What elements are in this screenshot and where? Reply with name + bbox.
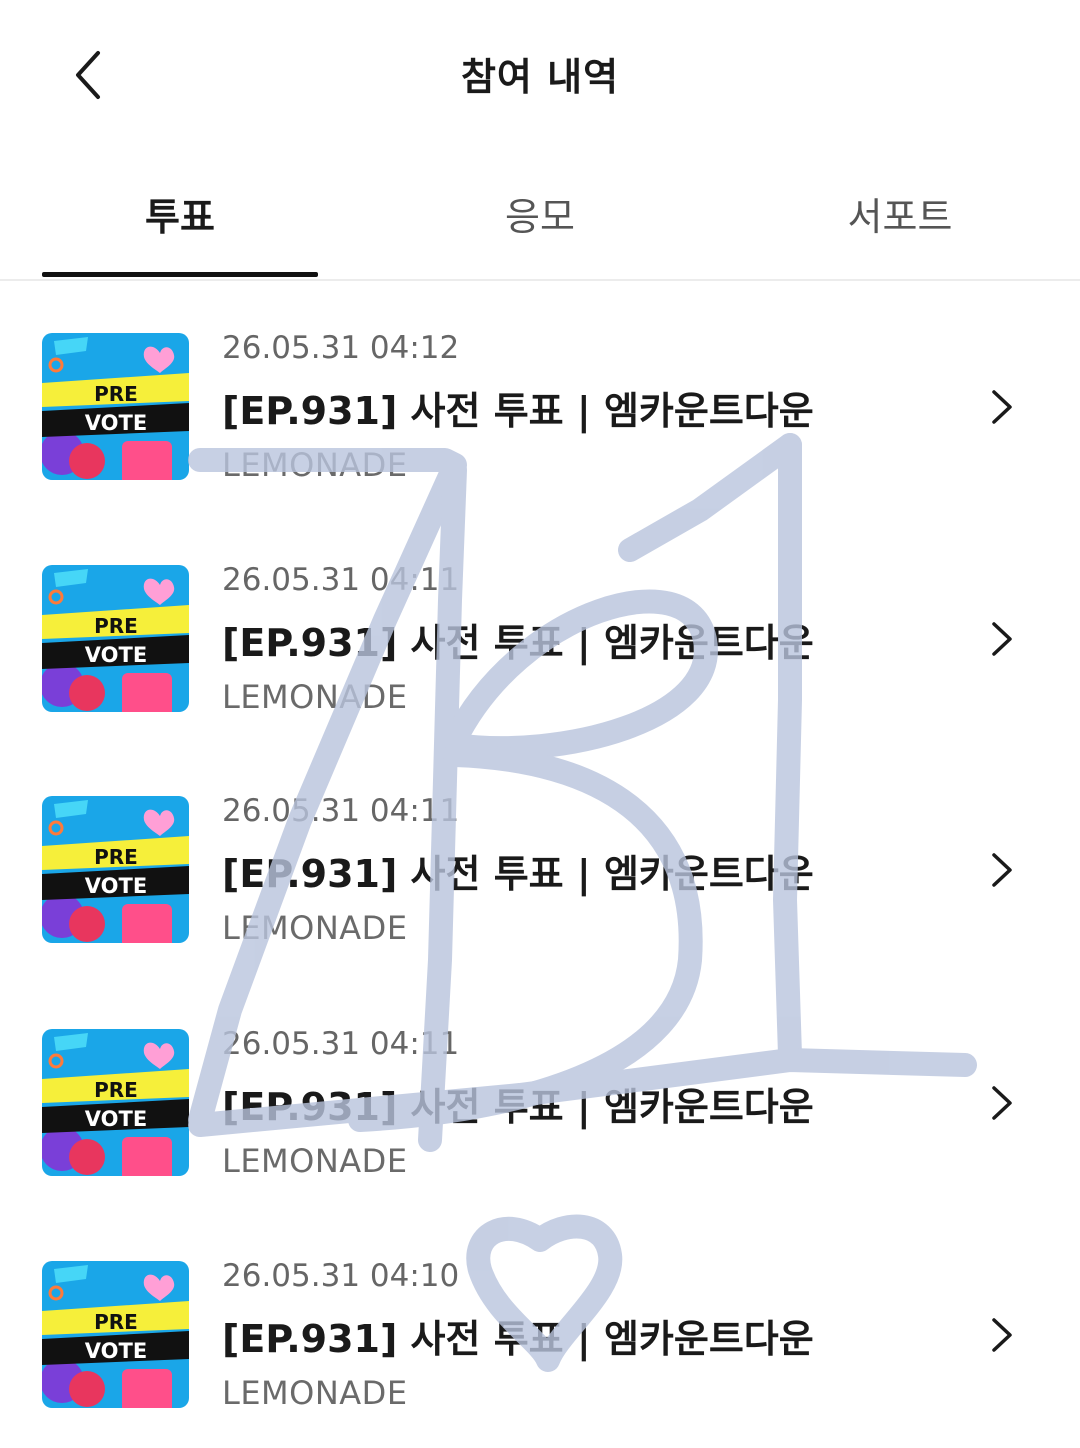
tab-support[interactable]: 서포트 <box>720 170 1080 278</box>
item-organizer: LEMONADE <box>222 678 408 716</box>
chevron-right-icon <box>992 622 1012 656</box>
item-date: 26.05.31 04:11 <box>222 1026 460 1062</box>
page-title: 참여 내역 <box>460 55 620 99</box>
pre-vote-thumbnail: PRE VOTE <box>42 333 189 480</box>
list-item[interactable]: PRE VOTE 26.05.31 04:11 [EP.931] 사전 투표 |… <box>0 996 1080 1196</box>
pre-vote-thumbnail: PRE VOTE <box>42 796 189 943</box>
chevron-right-icon <box>992 1086 1012 1120</box>
participation-history-screen: 참여 내역 투표 응모 서포트 PRE VOTE 26.05.31 04:12 … <box>0 0 1080 1448</box>
item-title: [EP.931] 사전 투표 | 엠카운트다운 <box>222 1085 814 1129</box>
item-title: [EP.931] 사전 투표 | 엠카운트다운 <box>222 389 814 433</box>
thumbnail-text-pre: PRE <box>94 614 138 638</box>
thumbnail-text-vote: VOTE <box>85 643 147 667</box>
thumbnail-text-vote: VOTE <box>85 1339 147 1363</box>
tab-vote[interactable]: 투표 <box>0 170 360 278</box>
item-title: [EP.931] 사전 투표 | 엠카운트다운 <box>222 621 814 665</box>
chevron-right-icon <box>992 853 1012 887</box>
tab-entry[interactable]: 응모 <box>360 170 720 278</box>
list-item[interactable]: PRE VOTE 26.05.31 04:11 [EP.931] 사전 투표 |… <box>0 532 1080 732</box>
thumbnail-text-pre: PRE <box>94 1078 138 1102</box>
tab-bar: 투표 응모 서포트 <box>0 170 1080 282</box>
item-date: 26.05.31 04:12 <box>222 330 460 366</box>
thumbnail-text-pre: PRE <box>94 845 138 869</box>
pre-vote-thumbnail: PRE VOTE <box>42 565 189 712</box>
item-title: [EP.931] 사전 투표 | 엠카운트다운 <box>222 852 814 896</box>
item-date: 26.05.31 04:11 <box>222 793 460 829</box>
chevron-right-icon <box>992 1318 1012 1352</box>
chevron-right-icon <box>992 390 1012 424</box>
list-item[interactable]: PRE VOTE 26.05.31 04:11 [EP.931] 사전 투표 |… <box>0 763 1080 963</box>
item-organizer: LEMONADE <box>222 446 408 484</box>
thumbnail-text-pre: PRE <box>94 382 138 406</box>
item-organizer: LEMONADE <box>222 1142 408 1180</box>
active-tab-indicator <box>42 272 318 277</box>
item-organizer: LEMONADE <box>222 909 408 947</box>
thumbnail-text-vote: VOTE <box>85 874 147 898</box>
thumbnail-text-vote: VOTE <box>85 411 147 435</box>
pre-vote-thumbnail: PRE VOTE <box>42 1029 189 1176</box>
item-organizer: LEMONADE <box>222 1374 408 1412</box>
thumbnail-text-vote: VOTE <box>85 1107 147 1131</box>
list-item[interactable]: PRE VOTE 26.05.31 04:12 [EP.931] 사전 투표 |… <box>0 300 1080 500</box>
list-item[interactable]: PRE VOTE 26.05.31 04:10 [EP.931] 사전 투표 |… <box>0 1228 1080 1428</box>
tab-divider <box>0 279 1080 281</box>
item-date: 26.05.31 04:11 <box>222 562 460 598</box>
pre-vote-thumbnail: PRE VOTE <box>42 1261 189 1408</box>
item-title: [EP.931] 사전 투표 | 엠카운트다운 <box>222 1317 814 1361</box>
thumbnail-text-pre: PRE <box>94 1310 138 1334</box>
item-date: 26.05.31 04:10 <box>222 1258 460 1294</box>
header: 참여 내역 <box>0 0 1080 150</box>
